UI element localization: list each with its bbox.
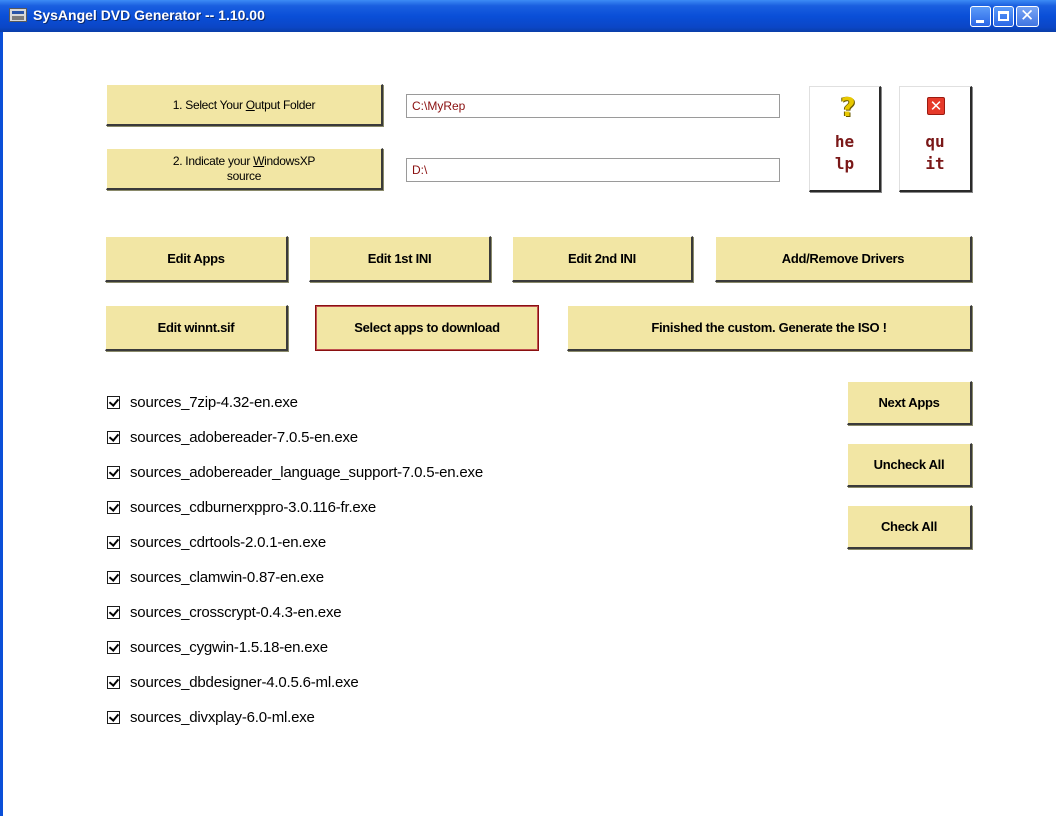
app-window: SysAngel DVD Generator -- 1.10.00 ✕ 1. S…: [0, 0, 1056, 816]
label-part: indowsXP: [264, 153, 316, 168]
list-item[interactable]: sources_7zip-4.32-en.exe: [107, 392, 298, 412]
check-all-button[interactable]: Check All: [847, 505, 972, 549]
list-item[interactable]: sources_dbdesigner-4.0.5.6-ml.exe: [107, 672, 359, 692]
list-item[interactable]: sources_clamwin-0.87-en.exe: [107, 567, 324, 587]
checkbox[interactable]: [107, 500, 120, 514]
label-part: 1. Select Your: [172, 97, 246, 112]
checkbox[interactable]: [107, 465, 120, 479]
list-item[interactable]: sources_cdrtools-2.0.1-en.exe: [107, 532, 326, 552]
quit-x-icon: ✕: [927, 97, 945, 115]
label-part: 2. Indicate your: [172, 153, 254, 168]
checkbox[interactable]: [107, 640, 120, 654]
checkbox[interactable]: [107, 605, 120, 619]
quit-label-line2: it: [925, 154, 945, 173]
checkbox[interactable]: [107, 430, 120, 444]
app-label: sources_adobereader-7.0.5-en.exe: [130, 428, 358, 446]
accelerator-key: O: [245, 97, 255, 112]
app-label: sources_adobereader_language_support-7.0…: [130, 463, 483, 481]
edit-1st-ini-button[interactable]: Edit 1st INI: [309, 236, 491, 282]
indicate-source-label: 2. Indicate your WindowsXP source: [172, 153, 316, 184]
accelerator-key: W: [253, 153, 265, 168]
edit-2nd-ini-button[interactable]: Edit 2nd INI: [512, 236, 693, 282]
help-button[interactable]: ? he lp: [809, 86, 881, 192]
indicate-source-button[interactable]: 2. Indicate your WindowsXP source: [106, 148, 383, 190]
edit-apps-button[interactable]: Edit Apps: [105, 236, 288, 282]
select-apps-to-download-button[interactable]: Select apps to download: [315, 305, 539, 351]
select-output-folder-button[interactable]: 1. Select Your Output Folder: [106, 84, 383, 126]
list-item[interactable]: sources_adobereader_language_support-7.0…: [107, 462, 483, 482]
title-bar[interactable]: SysAngel DVD Generator -- 1.10.00 ✕: [0, 0, 1056, 32]
app-label: sources_dbdesigner-4.0.5.6-ml.exe: [130, 673, 359, 691]
app-label: sources_cygwin-1.5.18-en.exe: [130, 638, 328, 656]
label-part: utput Folder: [254, 97, 316, 112]
list-item[interactable]: sources_adobereader-7.0.5-en.exe: [107, 427, 358, 447]
checkbox[interactable]: [107, 570, 120, 584]
app-label: sources_clamwin-0.87-en.exe: [130, 568, 324, 586]
windows-source-field[interactable]: D:\: [406, 158, 780, 182]
app-label: sources_cdburnerxppro-3.0.116-fr.exe: [130, 498, 376, 516]
list-item[interactable]: sources_cygwin-1.5.18-en.exe: [107, 637, 328, 657]
minimize-icon: [976, 20, 984, 23]
add-remove-drivers-button[interactable]: Add/Remove Drivers: [715, 236, 972, 282]
list-item[interactable]: sources_cdburnerxppro-3.0.116-fr.exe: [107, 497, 376, 517]
minimize-button[interactable]: [970, 6, 991, 27]
help-label-line1: he: [834, 132, 855, 151]
close-icon: ✕: [1020, 6, 1035, 26]
app-label: sources_divxplay-6.0-ml.exe: [130, 708, 315, 726]
checkbox[interactable]: [107, 395, 120, 409]
help-label-line2: lp: [834, 154, 855, 173]
list-item[interactable]: sources_divxplay-6.0-ml.exe: [107, 707, 315, 727]
uncheck-all-button[interactable]: Uncheck All: [847, 443, 972, 487]
window-title: SysAngel DVD Generator -- 1.10.00: [33, 7, 265, 23]
quit-button[interactable]: ✕ qu it: [899, 86, 972, 192]
label-part: source: [226, 168, 262, 183]
edit-winnt-button[interactable]: Edit winnt.sif: [105, 305, 288, 351]
quit-label-line1: qu: [925, 132, 945, 151]
select-output-folder-label: 1. Select Your Output Folder: [172, 97, 316, 112]
app-label: sources_cdrtools-2.0.1-en.exe: [130, 533, 326, 551]
window-border: [0, 32, 3, 816]
checkbox[interactable]: [107, 675, 120, 689]
list-item[interactable]: sources_crosscrypt-0.4.3-en.exe: [107, 602, 342, 622]
checkbox[interactable]: [107, 710, 120, 724]
close-button[interactable]: ✕: [1016, 6, 1039, 27]
generate-iso-button[interactable]: Finished the custom. Generate the ISO !: [567, 305, 972, 351]
app-label: sources_crosscrypt-0.4.3-en.exe: [130, 603, 342, 621]
maximize-icon: [998, 11, 1009, 21]
app-icon: [9, 8, 27, 22]
help-question-icon: ?: [840, 93, 856, 123]
output-folder-field[interactable]: C:\MyRep: [406, 94, 780, 118]
maximize-button[interactable]: [993, 6, 1014, 27]
app-label: sources_7zip-4.32-en.exe: [130, 393, 298, 411]
checkbox[interactable]: [107, 535, 120, 549]
next-apps-button[interactable]: Next Apps: [847, 381, 972, 425]
